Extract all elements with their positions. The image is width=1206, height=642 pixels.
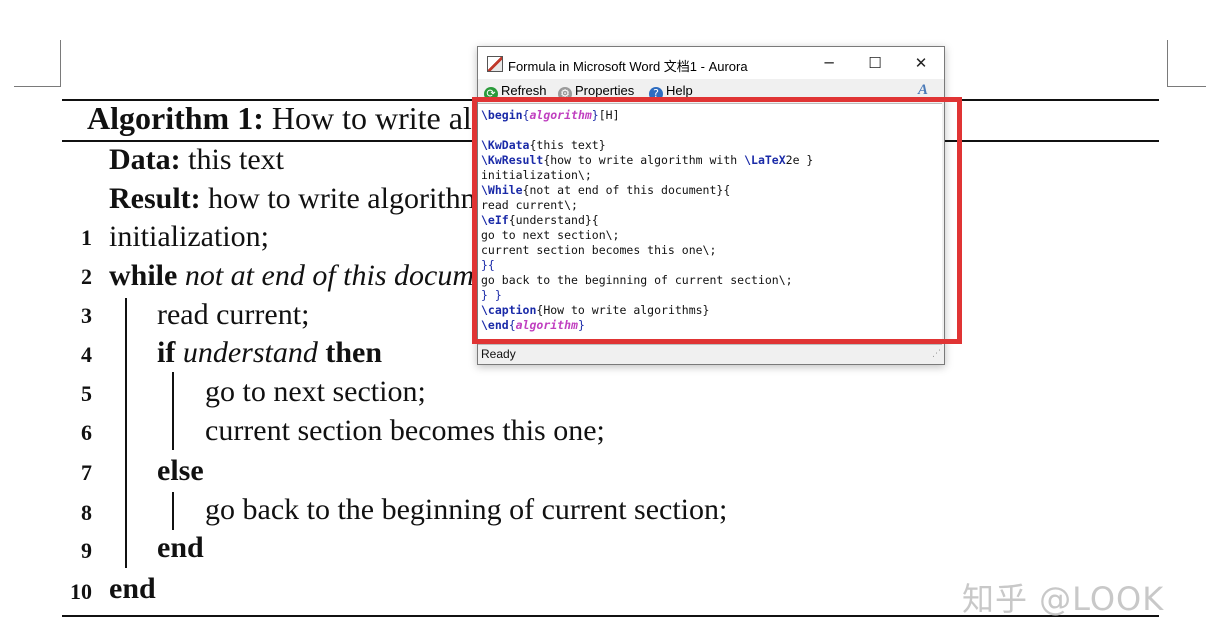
line-number: 7 [81, 460, 92, 485]
then-block-bar [172, 372, 174, 450]
line-text: go to next section; [205, 375, 426, 408]
format-icon: A [918, 82, 929, 98]
result-keyword: Result: [109, 182, 201, 215]
aurora-app-icon [487, 56, 503, 72]
refresh-label: Refresh [501, 83, 547, 98]
page-corner-mark-right-horizontal [1167, 86, 1206, 87]
while-block-bar [125, 298, 127, 568]
algorithm-line: go back to the beginning of current sect… [205, 492, 727, 528]
algorithm-line: initialization; [109, 219, 269, 255]
status-bar: Ready ⋰ [478, 345, 944, 364]
data-keyword: Data: [109, 143, 181, 176]
maximize-button[interactable]: ☐ [852, 47, 898, 79]
line-number: 6 [81, 420, 92, 445]
properties-label: Properties [575, 83, 635, 98]
minimize-button[interactable]: ─ [806, 47, 852, 79]
help-label: Help [666, 83, 693, 98]
close-button[interactable]: ✕ [898, 47, 944, 79]
end-keyword: end [157, 531, 204, 564]
algorithm-line: else [157, 453, 204, 489]
page-corner-mark-left-vertical [60, 40, 61, 86]
algorithm-caption-label: Algorithm 1: [87, 100, 264, 136]
window-title: Formula in Microsoft Word 文档1 - Aurora [508, 59, 748, 74]
then-keyword: then [325, 336, 383, 369]
line-number: 3 [81, 303, 92, 328]
if-condition: understand [182, 336, 318, 369]
status-text: Ready [481, 347, 516, 361]
line-text: initialization; [109, 220, 269, 253]
line-number: 1 [81, 225, 92, 250]
highlight-box [472, 97, 962, 344]
close-icon: ✕ [914, 54, 928, 72]
algorithm-line: end [109, 571, 156, 607]
algorithm-line: if understand then [157, 335, 382, 371]
algorithm-data-line: Data: this text [109, 142, 284, 178]
line-number: 5 [81, 381, 92, 406]
window-titlebar[interactable]: Formula in Microsoft Word 文档1 - Aurora ─… [478, 47, 944, 79]
if-keyword: if [157, 336, 176, 369]
data-text: this text [188, 143, 284, 176]
end-keyword: end [109, 572, 156, 605]
algorithm-line: read current; [157, 297, 309, 333]
line-number: 10 [70, 579, 92, 604]
resize-grip-icon[interactable]: ⋰ [932, 349, 941, 359]
line-text: go back to the beginning of current sect… [205, 493, 728, 526]
watermark: 知乎 @LOOK [962, 580, 1165, 618]
line-number: 8 [81, 500, 92, 525]
minimize-icon: ─ [824, 54, 834, 72]
algorithm-line: go to next section; [205, 374, 426, 410]
line-number: 2 [81, 264, 92, 289]
else-block-bar [172, 492, 174, 530]
while-condition: not at end of this document [184, 259, 511, 292]
line-text: current section becomes this one; [205, 414, 605, 447]
algorithm-line: end [157, 530, 204, 566]
page-corner-mark-left-horizontal [14, 86, 61, 87]
while-keyword: while [109, 259, 178, 292]
line-number: 4 [81, 342, 92, 367]
line-text: read current; [157, 298, 310, 331]
line-number: 9 [81, 538, 92, 563]
algorithm-line: current section becomes this one; [205, 413, 605, 449]
page-corner-mark-right-vertical [1167, 40, 1168, 86]
else-keyword: else [157, 454, 204, 487]
maximize-icon: ☐ [868, 54, 882, 72]
